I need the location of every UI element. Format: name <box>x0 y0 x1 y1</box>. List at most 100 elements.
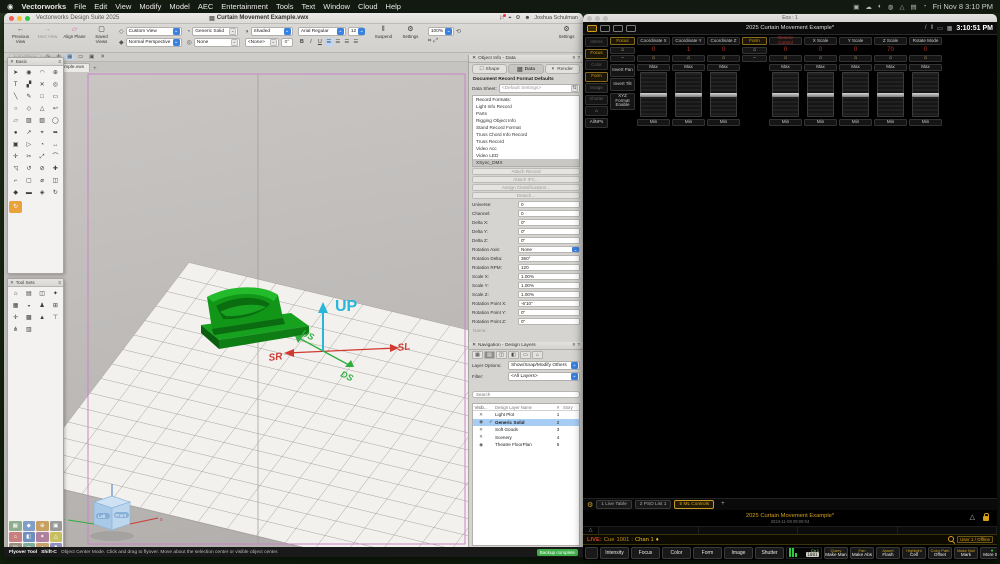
home-icon[interactable]: ⌂ <box>909 55 942 62</box>
collapse-button[interactable]: – <box>610 55 635 62</box>
menu-status-icon[interactable]: ☁ <box>865 3 872 11</box>
help-icon[interactable]: ? <box>577 343 580 348</box>
menu-item[interactable]: Text <box>301 2 315 11</box>
panel-menu-icon[interactable]: ≡ <box>573 343 576 348</box>
min-button[interactable]: Min <box>839 119 872 126</box>
home-icon[interactable]: ⌂ <box>707 55 740 62</box>
home-icon[interactable]: ⌂ <box>804 55 837 62</box>
max-button[interactable]: Max <box>804 64 837 71</box>
account-name[interactable]: Joshua Schulman <box>534 15 578 21</box>
category-button[interactable]: Shutter <box>585 95 608 105</box>
max-button[interactable]: Max <box>637 64 670 71</box>
parameter-button[interactable]: Z Scale <box>874 37 907 45</box>
tool-icon[interactable]: ✛ <box>9 151 22 163</box>
record-format-item[interactable]: Parts <box>473 110 579 117</box>
oip-tab[interactable]: ◐ Render <box>545 64 580 74</box>
search-icon[interactable]: ⌖ <box>508 15 511 22</box>
min-button[interactable]: Min <box>637 119 670 126</box>
tool-set-icon[interactable]: ⋔ <box>9 324 22 336</box>
library-tool-icon[interactable]: ◆ <box>23 521 36 531</box>
xyz-format-enable-button[interactable]: XYZ Format Enable <box>610 93 635 110</box>
category-button[interactable]: Color <box>585 60 608 70</box>
menu-status-icon[interactable]: ◐ <box>878 3 882 10</box>
channel-display-area[interactable] <box>583 131 997 499</box>
record-action-button[interactable]: Detach... <box>472 192 580 199</box>
category-button[interactable]: Intens <box>585 37 608 47</box>
virtual-fader[interactable] <box>675 72 702 117</box>
library-tool-icon[interactable]: ◧ <box>23 532 36 542</box>
menu-item[interactable]: Entertainment <box>221 2 268 11</box>
align-right-button[interactable]: ☰ <box>343 38 351 46</box>
minimize-window-button[interactable] <box>595 16 600 21</box>
parameter-button[interactable]: Coordinate Y <box>672 37 705 45</box>
font-size-dropdown[interactable]: 12⌄ <box>348 27 364 36</box>
record-format-item[interactable]: Rigging Object Info <box>473 117 579 124</box>
tool-icon[interactable]: ✚ <box>49 163 62 175</box>
field-input[interactable]: 360° <box>518 255 580 262</box>
record-format-item[interactable]: Truss Record <box>473 138 579 145</box>
tool-icon[interactable]: ⌐ <box>9 175 22 187</box>
record-format-item[interactable]: Stand Record Format <box>473 124 579 131</box>
notifications-icon[interactable]: ⚐ <box>499 15 504 22</box>
tool-set-icon[interactable]: ✦ <box>49 288 62 300</box>
nav-view-icon[interactable]: ▤ <box>484 351 495 359</box>
virtual-fader[interactable] <box>710 72 737 117</box>
menu-item[interactable]: Edit <box>94 2 107 11</box>
menu-status-icon[interactable]: ▤ <box>910 3 916 11</box>
tool-icon[interactable]: ✎ <box>22 91 35 103</box>
dual-softkey[interactable]: Highlight Cell <box>902 547 926 559</box>
min-button[interactable]: Min <box>874 119 907 126</box>
min-button[interactable]: Min <box>769 119 802 126</box>
parameter-button[interactable]: Y Scale <box>839 37 872 45</box>
max-button[interactable]: Max <box>707 64 740 71</box>
tool-icon[interactable]: ↺ <box>22 163 35 175</box>
virtual-fader[interactable] <box>807 72 834 117</box>
tool-icon[interactable]: ⌒ <box>49 151 62 163</box>
parameter-softkey[interactable]: Image <box>724 547 753 559</box>
field-input[interactable]: 0" <box>518 219 580 226</box>
tool-icon[interactable]: ◈ <box>36 187 49 199</box>
tool-icon[interactable]: ✂ <box>22 151 35 163</box>
library-tool-icon[interactable]: ⊕ <box>36 521 49 531</box>
tool-icon[interactable]: ▱ <box>9 115 22 127</box>
zoom-dropdown[interactable]: 100%⌄ <box>428 27 454 36</box>
record-action-button[interactable]: Attach IFC... <box>472 176 580 183</box>
close-icon[interactable]: ✕ <box>10 280 14 286</box>
invert-pan-button[interactable]: Invert Pan <box>610 64 635 77</box>
tool-set-icon[interactable]: ◒ <box>22 300 35 312</box>
vw-3d-viewport[interactable]: UP SR SL US DS <box>4 72 468 547</box>
nav-view-icon[interactable]: ◫ <box>496 351 507 359</box>
layer-filter-dropdown[interactable]: <All Layers>⌄ <box>508 372 580 381</box>
apple-menu-icon[interactable]: ◉ <box>7 2 14 11</box>
tool-icon[interactable]: ◔ <box>36 139 49 151</box>
home-icon[interactable]: ⌂ <box>769 55 802 62</box>
eos-display-tab[interactable]: 1 Live Table <box>596 500 632 509</box>
monitor-2-icon[interactable] <box>600 25 610 32</box>
min-button[interactable]: Min <box>672 119 705 126</box>
close-window-button[interactable] <box>9 16 14 21</box>
gear-icon[interactable]: ⚙ <box>587 501 593 509</box>
tool-set-icon[interactable]: ▥ <box>22 324 35 336</box>
fader-handle[interactable] <box>772 93 799 97</box>
max-button[interactable]: Max <box>672 64 705 71</box>
tool-icon[interactable]: ◉ <box>22 67 35 79</box>
max-button[interactable]: Max <box>769 64 802 71</box>
record-format-item[interactable]: Light Info Record <box>473 103 579 110</box>
tool-icon[interactable]: △ <box>36 103 49 115</box>
tool-icon[interactable]: ◯ <box>49 115 62 127</box>
dual-softkey[interactable]: Query Make Man <box>824 547 848 559</box>
align-left-button[interactable]: ☰ <box>325 38 333 46</box>
menu-item[interactable]: File <box>74 2 86 11</box>
eos-display-tab[interactable]: 2 PSD List 1 <box>635 500 672 509</box>
expand-icon[interactable]: ⤢ <box>433 38 438 45</box>
collapse-button[interactable]: – <box>742 55 767 62</box>
angle-field[interactable]: 0° <box>281 38 293 47</box>
tool-set-icon[interactable]: ⊤ <box>49 312 62 324</box>
virtual-fader[interactable] <box>842 72 869 117</box>
palette-header[interactable]: ✕ Tool Sets ≡ <box>8 279 63 287</box>
parameter-button[interactable]: Generic Control <box>769 37 802 45</box>
menu-status-icon[interactable]: △ <box>899 3 904 11</box>
parameter-softkey[interactable]: Form <box>693 547 722 559</box>
tool-icon[interactable]: ⌖ <box>36 127 49 139</box>
tool-icon[interactable]: ⊕ <box>49 67 62 79</box>
